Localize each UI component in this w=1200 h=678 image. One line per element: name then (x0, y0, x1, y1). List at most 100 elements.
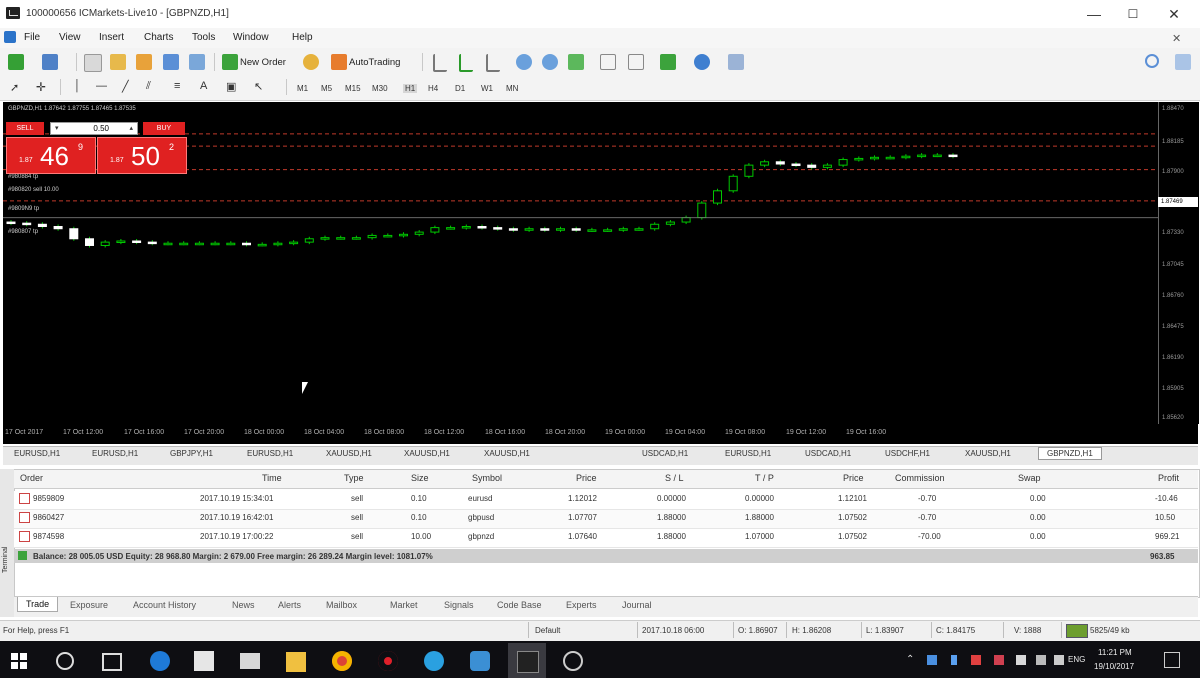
candlestick-icon[interactable] (459, 54, 473, 72)
arrows-icon[interactable]: ↖ (254, 80, 263, 93)
tray-expand-icon[interactable]: ⌃ (906, 654, 914, 665)
new-chart-icon[interactable] (8, 54, 24, 70)
opera-icon[interactable] (378, 651, 398, 671)
chart-tab[interactable]: EURUSD,H1 (92, 449, 138, 458)
globe-icon[interactable] (563, 651, 583, 671)
order-line-label[interactable]: #9809N9 tp (8, 206, 39, 212)
column-size[interactable]: Size (411, 473, 429, 483)
language-indicator[interactable]: ENG (1068, 655, 1085, 664)
notifications-icon[interactable] (1164, 652, 1180, 668)
one-click-sell-button[interactable]: SELL (6, 122, 44, 135)
chart-tab[interactable]: USDCAD,H1 (642, 449, 688, 458)
store-icon[interactable] (194, 651, 214, 671)
maximize-button[interactable]: ☐ (1117, 3, 1149, 25)
tab-market[interactable]: Market (390, 600, 418, 610)
label-icon[interactable]: ▣ (226, 80, 236, 93)
templates-icon[interactable] (728, 54, 744, 70)
menu-tools[interactable]: Tools (192, 32, 215, 43)
tab-exposure[interactable]: Exposure (70, 600, 108, 610)
one-click-buy-button[interactable]: BUY (143, 122, 185, 135)
menu-file[interactable]: File (24, 32, 40, 43)
tray-app-icon[interactable] (971, 655, 981, 665)
tab-alerts[interactable]: Alerts (278, 600, 301, 610)
crosshair-icon[interactable]: ✛ (36, 80, 46, 94)
auto-scroll-icon[interactable] (628, 54, 644, 70)
navigator-icon[interactable] (136, 54, 152, 70)
sell-price-button[interactable]: 1.87 46 9 (6, 137, 96, 174)
column-commission[interactable]: Commission (895, 473, 945, 483)
tray-app-icon[interactable] (927, 655, 937, 665)
chart-tab[interactable]: XAUUSD,H1 (965, 449, 1011, 458)
new-order-button[interactable]: New Order (240, 57, 286, 68)
close-button[interactable]: ✕ (1158, 3, 1190, 25)
tab-experts[interactable]: Experts (566, 600, 597, 610)
chart-tab-active[interactable]: GBPNZD,H1 (1038, 447, 1102, 460)
metaeditor-icon[interactable] (303, 54, 319, 70)
chart-tab[interactable]: XAUUSD,H1 (326, 449, 372, 458)
status-profile[interactable]: Default (535, 626, 560, 635)
windows-start-icon[interactable] (11, 653, 27, 669)
bar-chart-icon[interactable] (433, 54, 447, 72)
vertical-line-icon[interactable]: │ (74, 80, 81, 92)
column-current-price[interactable]: Price (843, 473, 864, 483)
order-line-label[interactable]: #980820 sell 10.00 (8, 187, 59, 193)
timeframe-m15[interactable]: M15 (345, 84, 361, 93)
chart-shift-icon[interactable] (600, 54, 616, 70)
menu-help[interactable]: Help (292, 32, 313, 43)
wifi-icon[interactable] (1036, 655, 1046, 665)
column-sl[interactable]: S / L (665, 473, 684, 483)
timeframe-d1[interactable]: D1 (455, 84, 465, 93)
timeframe-h4[interactable]: H4 (428, 84, 438, 93)
terminal-side-strip[interactable] (0, 469, 15, 617)
skype-icon[interactable] (424, 651, 444, 671)
strategy-tester-icon[interactable] (189, 54, 205, 70)
connection-status-icon[interactable] (1066, 624, 1088, 638)
outlook-icon[interactable] (470, 651, 490, 671)
lot-size-input[interactable]: ▾ 0.50 ▴ (50, 122, 138, 135)
order-line-label[interactable]: #980884 tp (8, 174, 38, 180)
column-swap[interactable]: Swap (1018, 473, 1041, 483)
taskbar-date[interactable]: 19/10/2017 (1094, 662, 1134, 671)
line-chart-icon[interactable] (486, 54, 500, 72)
task-view-icon[interactable] (102, 653, 122, 671)
trendline-icon[interactable]: ╱ (122, 80, 129, 93)
autotrading-button[interactable]: AutoTrading (349, 57, 400, 68)
tab-account-history[interactable]: Account History (133, 600, 196, 610)
profiles-icon[interactable] (42, 54, 58, 70)
timeframe-w1[interactable]: W1 (481, 84, 493, 93)
column-symbol[interactable]: Symbol (472, 473, 502, 483)
edge-icon[interactable] (150, 651, 170, 671)
channel-icon[interactable]: ⫽ (146, 80, 151, 93)
chat-icon[interactable] (1175, 54, 1191, 70)
menu-charts[interactable]: Charts (144, 32, 173, 43)
fibonacci-icon[interactable]: ≡ (174, 80, 180, 92)
timeframe-m30[interactable]: M30 (372, 84, 388, 93)
tab-mailbox[interactable]: Mailbox (326, 600, 357, 610)
column-profit[interactable]: Profit (1158, 473, 1179, 483)
indicators-icon[interactable] (660, 54, 676, 70)
timeframe-m1[interactable]: M1 (297, 84, 308, 93)
chart-tab[interactable]: GBPJPY,H1 (170, 449, 213, 458)
column-type[interactable]: Type (344, 473, 364, 483)
tab-news[interactable]: News (232, 600, 255, 610)
lot-decrease-button[interactable]: ▾ (55, 124, 59, 132)
table-row[interactable] (14, 529, 1198, 548)
tray-app-icon[interactable] (994, 655, 1004, 665)
tab-trade[interactable]: Trade (17, 597, 59, 612)
timeframe-h1[interactable]: H1 (403, 84, 418, 93)
column-price[interactable]: Price (576, 473, 597, 483)
cursor-icon[interactable]: ➚ (10, 81, 19, 94)
chart-tab[interactable]: XAUUSD,H1 (484, 449, 530, 458)
timeframe-m5[interactable]: M5 (321, 84, 332, 93)
mdi-close-icon[interactable]: ✕ (1172, 32, 1181, 45)
buy-price-button[interactable]: 1.87 50 2 (97, 137, 187, 174)
chrome-icon[interactable] (332, 651, 352, 671)
column-time[interactable]: Time (262, 473, 282, 483)
timeframe-mn[interactable]: MN (506, 84, 518, 93)
zoom-in-icon[interactable] (516, 54, 532, 70)
file-explorer-icon[interactable] (286, 652, 306, 672)
autotrading-icon[interactable] (331, 54, 347, 70)
column-order[interactable]: Order (20, 473, 43, 483)
text-icon[interactable]: A (200, 80, 207, 92)
chart-tab[interactable]: USDCAD,H1 (805, 449, 851, 458)
